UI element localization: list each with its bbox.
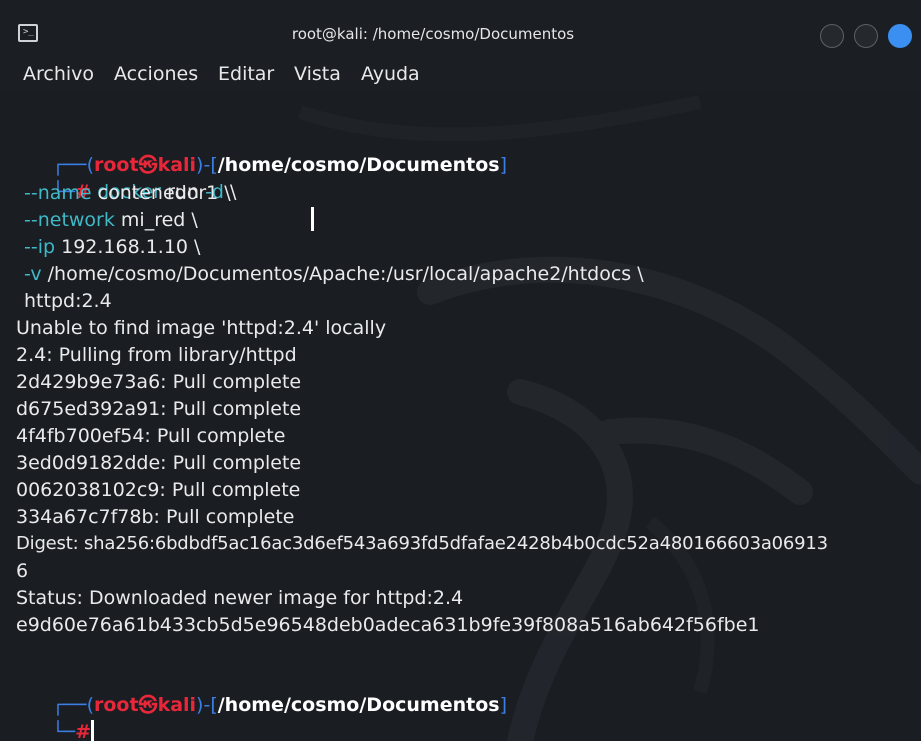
output-line: d675ed392a91: Pull complete	[16, 398, 302, 420]
terminal-output[interactable]: ┌──(root㉿kali)-[/home/cosmo/Documentos] …	[0, 92, 921, 741]
command-line-4: --ip 192.168.1.10 \	[24, 234, 200, 260]
output-line: e9d60e76a61b433cb5d5e96548deb0adeca631b9…	[16, 614, 760, 636]
prompt-host: kali	[157, 694, 197, 716]
prompt-frame-bottom: └─	[52, 721, 76, 741]
minimize-icon	[821, 25, 843, 47]
prompt-path: /home/cosmo/Documentos	[217, 694, 500, 716]
prompt-at: ㉿	[138, 694, 158, 716]
output-line: 3ed0d9182dde: Pull complete	[16, 452, 302, 474]
command-line-2: --name contenedor1 \	[24, 180, 231, 206]
command-line-6: httpd:2.4	[24, 290, 112, 312]
command-value: contenedor1 \	[91, 182, 231, 204]
menu-editar[interactable]: Editar	[218, 60, 274, 88]
output-line: Digest: sha256:6bdbdf5ac16ac3d6ef543a693…	[16, 533, 828, 554]
command-value: mi_red \	[114, 209, 198, 231]
terminal-cursor	[91, 720, 95, 741]
prompt-user: root	[93, 694, 139, 716]
text-cursor	[311, 207, 314, 231]
output-line: Status: Downloaded newer image for httpd…	[16, 587, 464, 609]
command-line-5: -v /home/cosmo/Documentos/Apache:/usr/lo…	[24, 261, 644, 287]
command-value: /home/cosmo/Documentos/Apache:/usr/local…	[41, 263, 644, 285]
output-line: 2.4: Pulling from library/httpd	[16, 344, 297, 366]
prompt-path: /home/cosmo/Documentos	[217, 154, 500, 176]
output-line: 0062038102c9: Pull complete	[16, 479, 301, 501]
command-flag: --ip	[24, 236, 56, 258]
close-button[interactable]	[888, 24, 912, 48]
output-line: 334a67c7f78b: Pull complete	[16, 506, 295, 528]
prompt-frame-close: ]	[499, 154, 507, 176]
input-line[interactable]: └─#	[16, 693, 95, 741]
output-line: 4f4fb700ef54: Pull complete	[16, 425, 286, 447]
terminal-window: >_ root@kali: /home/cosmo/Documentos Arc…	[0, 0, 921, 741]
prompt-hash: #	[75, 721, 92, 741]
maximize-button[interactable]	[854, 24, 878, 48]
output-line: 2d429b9e73a6: Pull complete	[16, 371, 302, 393]
command-flag: --network	[24, 209, 115, 231]
title-bar[interactable]: >_ root@kali: /home/cosmo/Documentos	[0, 0, 921, 52]
close-icon	[889, 25, 911, 47]
command-line-3: --network mi_red \	[24, 207, 198, 233]
command-flag: -v	[24, 263, 42, 285]
menu-acciones[interactable]: Acciones	[114, 60, 198, 88]
prompt-frame-close: ]	[499, 694, 507, 716]
menu-vista[interactable]: Vista	[294, 60, 341, 88]
minimize-button[interactable]	[820, 24, 844, 48]
output-line: Unable to find image 'httpd:2.4' locally	[16, 317, 387, 339]
menu-ayuda[interactable]: Ayuda	[361, 60, 420, 88]
output-line: 6	[16, 560, 29, 582]
menu-archivo[interactable]: Archivo	[23, 60, 94, 88]
window-title: root@kali: /home/cosmo/Documentos	[291, 25, 575, 43]
command-flag: --name	[24, 182, 92, 204]
menu-bar: Archivo Acciones Editar Vista Ayuda	[0, 58, 921, 90]
maximize-icon	[855, 25, 877, 47]
prompt-frame-mid: )-[	[196, 694, 218, 716]
command-value: 192.168.1.10 \	[55, 236, 201, 258]
